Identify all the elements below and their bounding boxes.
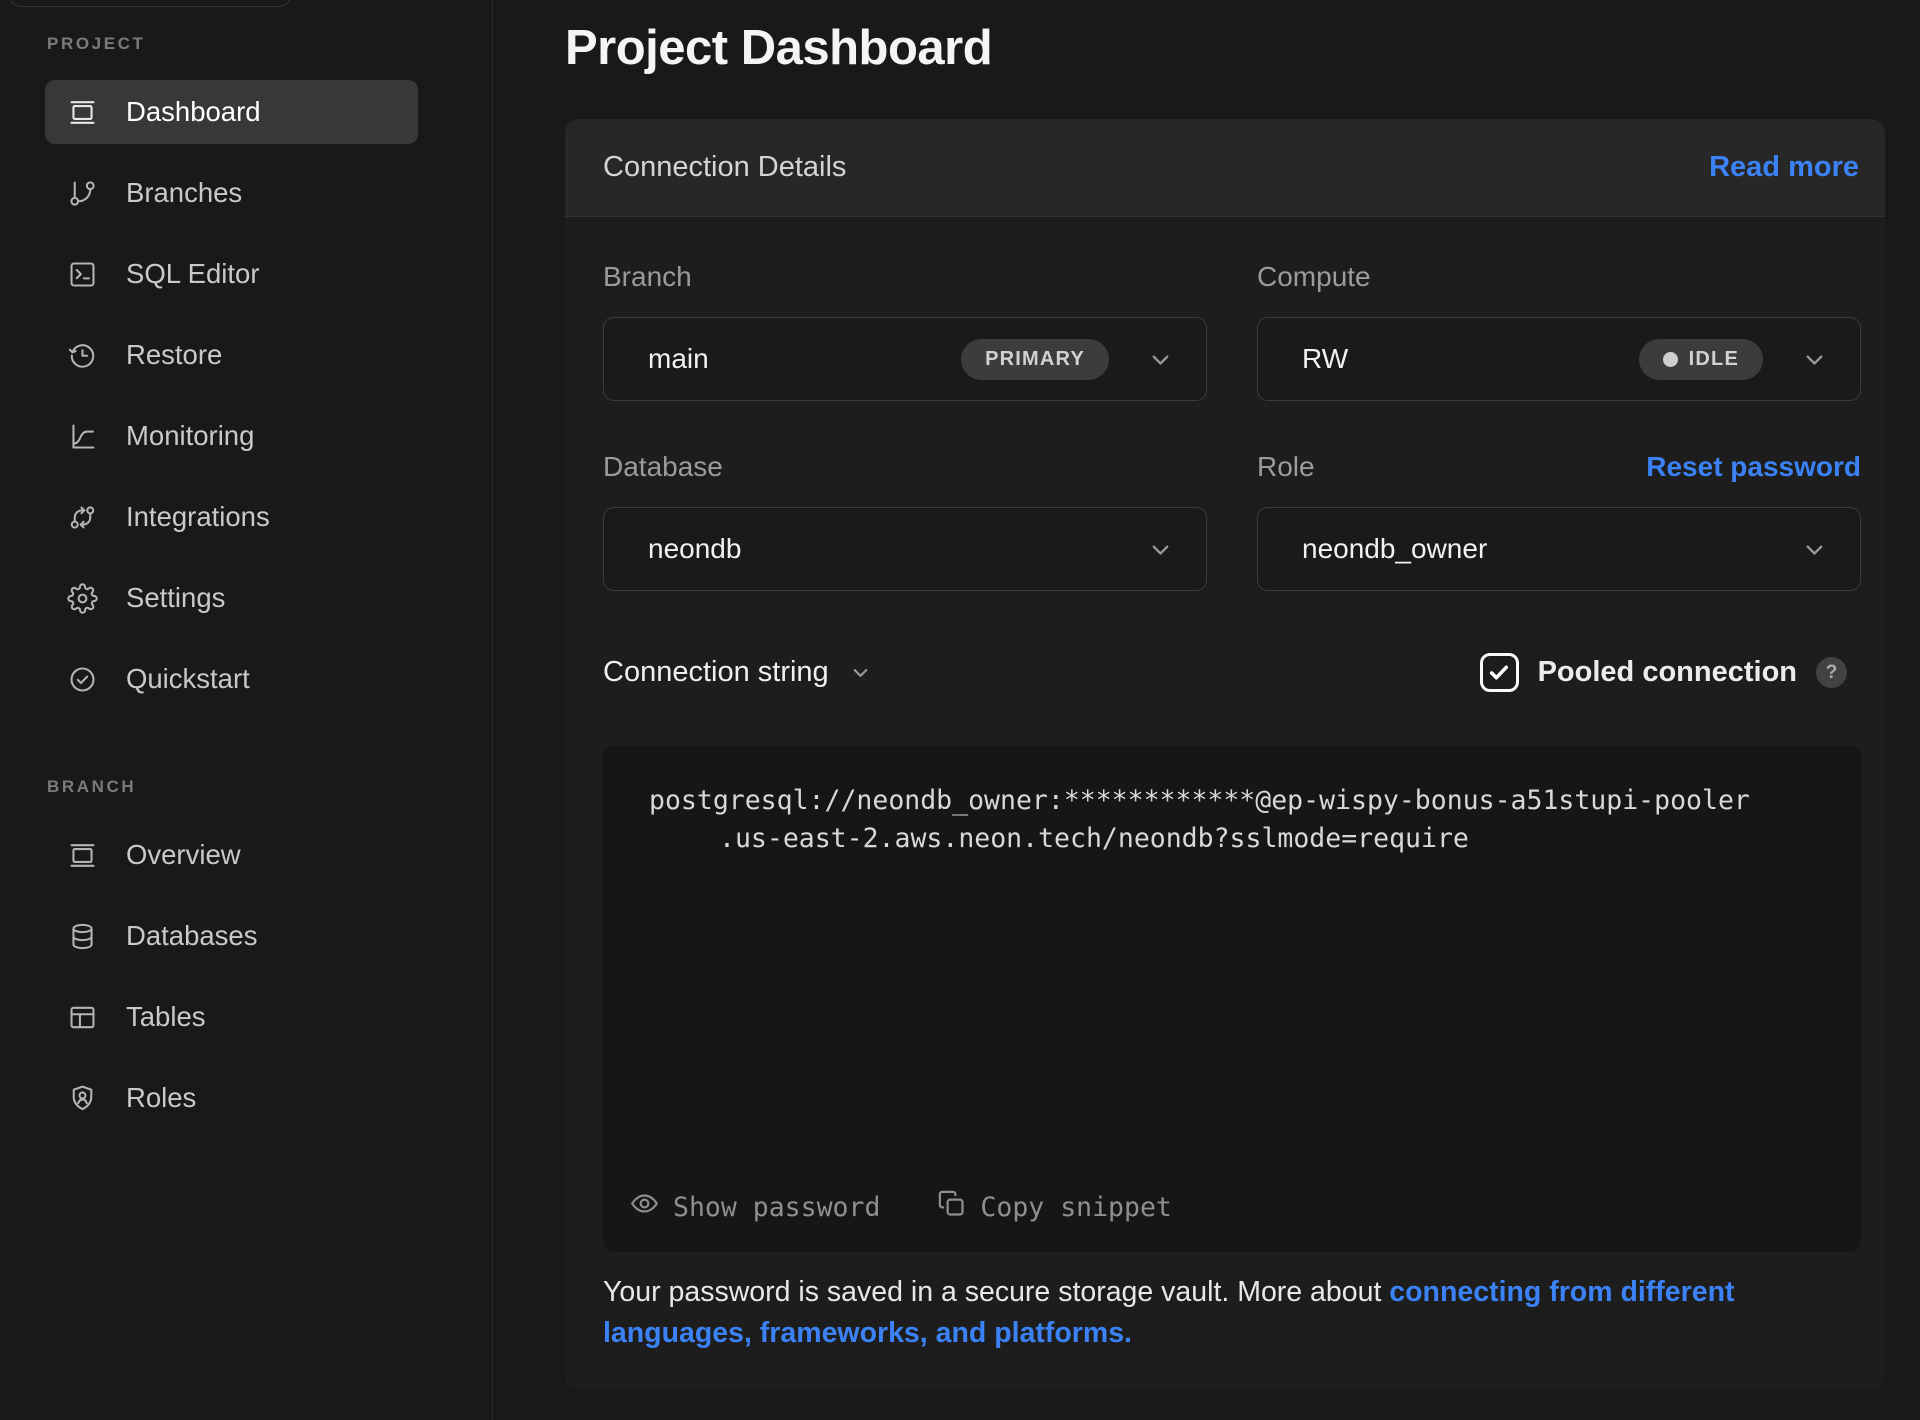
connection-string-label: Connection string (603, 656, 829, 689)
copy-icon (936, 1188, 967, 1226)
read-more-link[interactable]: Read more (1709, 151, 1859, 184)
settings-icon (67, 583, 98, 614)
databases-icon (67, 921, 98, 952)
compute-value: RW (1302, 343, 1348, 375)
overview-icon (67, 840, 98, 871)
chevron-down-icon (1801, 346, 1828, 373)
chevron-down-icon (1801, 536, 1828, 563)
sidebar-item-settings[interactable]: Settings (45, 566, 418, 630)
tables-icon (67, 1002, 98, 1033)
show-password-button[interactable]: Show password (629, 1188, 880, 1226)
connection-details-card: Connection Details Read more Branch main… (565, 119, 1885, 1390)
connection-string-line1: postgresql://neondb_owner:************@e… (649, 782, 1815, 820)
database-value: neondb (648, 533, 741, 565)
sidebar-section-branch-label: BRANCH (47, 777, 418, 797)
role-select[interactable]: neondb_owner (1257, 507, 1861, 591)
sidebar-section-project-label: PROJECT (47, 34, 418, 54)
sidebar-item-dashboard[interactable]: Dashboard (45, 80, 418, 144)
pooled-connection-checkbox[interactable] (1480, 653, 1519, 692)
sidebar-item-label: Restore (126, 339, 222, 371)
quickstart-icon (67, 664, 98, 695)
page-title: Project Dashboard (565, 18, 1920, 79)
app-root: PROJECT Dashboard Branches SQL Editor (0, 0, 1920, 1420)
chevron-down-icon (1147, 536, 1174, 563)
connection-string-code: postgresql://neondb_owner:************@e… (603, 746, 1861, 1252)
connection-string-selector[interactable]: Connection string (603, 656, 872, 689)
sidebar-item-restore[interactable]: Restore (45, 323, 418, 387)
main-content: Project Dashboard Connection Details Rea… (493, 0, 1920, 1420)
sidebar-item-branches[interactable]: Branches (45, 161, 418, 225)
eye-icon (629, 1188, 660, 1226)
sidebar-item-sql-editor[interactable]: SQL Editor (45, 242, 418, 306)
checkmark-icon (1487, 660, 1512, 685)
sidebar-item-label: Overview (126, 839, 241, 871)
sidebar-item-label: Quickstart (126, 663, 250, 695)
integrations-icon (67, 502, 98, 533)
sidebar-item-label: Roles (126, 1082, 196, 1114)
role-label: Role (1257, 451, 1315, 483)
branch-value: main (648, 343, 709, 375)
sidebar-item-label: Integrations (126, 501, 270, 533)
sidebar-item-label: Dashboard (126, 96, 261, 128)
sidebar-item-label: Monitoring (126, 420, 254, 452)
sidebar: PROJECT Dashboard Branches SQL Editor (0, 0, 493, 1420)
sidebar-item-label: Branches (126, 177, 242, 209)
sql-editor-icon (67, 259, 98, 290)
sidebar-item-label: Tables (126, 1001, 206, 1033)
status-dot-icon (1663, 352, 1678, 367)
primary-badge: PRIMARY (961, 339, 1109, 380)
reset-password-link[interactable]: Reset password (1646, 451, 1861, 483)
sidebar-item-integrations[interactable]: Integrations (45, 485, 418, 549)
monitoring-icon (67, 421, 98, 452)
branch-nav: Overview Databases Tables Roles (45, 823, 418, 1130)
connection-string-line2: .us-east-2.aws.neon.tech/neondb?sslmode=… (649, 820, 1815, 858)
compute-select[interactable]: RW IDLE (1257, 317, 1861, 401)
dashboard-icon (67, 97, 98, 128)
copy-snippet-button[interactable]: Copy snippet (936, 1188, 1171, 1226)
chevron-down-icon (849, 661, 872, 684)
sidebar-item-roles[interactable]: Roles (45, 1066, 418, 1130)
help-icon[interactable]: ? (1816, 657, 1847, 688)
restore-icon (67, 340, 98, 371)
sidebar-item-label: SQL Editor (126, 258, 260, 290)
pooled-connection-label: Pooled connection (1538, 656, 1797, 689)
sidebar-item-monitoring[interactable]: Monitoring (45, 404, 418, 468)
pooled-connection-group: Pooled connection ? (1480, 653, 1847, 692)
role-value: neondb_owner (1302, 533, 1487, 565)
branches-icon (67, 178, 98, 209)
branch-label: Branch (603, 261, 692, 293)
database-select[interactable]: neondb (603, 507, 1207, 591)
sidebar-item-databases[interactable]: Databases (45, 904, 418, 968)
sidebar-item-overview[interactable]: Overview (45, 823, 418, 887)
compute-field: Compute RW IDLE (1257, 261, 1861, 401)
idle-status-badge: IDLE (1639, 339, 1763, 380)
project-nav: Dashboard Branches SQL Editor Restore (45, 80, 418, 711)
sidebar-item-tables[interactable]: Tables (45, 985, 418, 1049)
database-field: Database neondb (603, 451, 1207, 591)
card-body: Branch main PRIMARY Compu (565, 217, 1885, 1390)
sidebar-item-label: Databases (126, 920, 257, 952)
branch-select[interactable]: main PRIMARY (603, 317, 1207, 401)
role-field: Role Reset password neondb_owner (1257, 451, 1861, 591)
card-header: Connection Details Read more (565, 119, 1885, 217)
card-title: Connection Details (603, 151, 846, 184)
sidebar-item-quickstart[interactable]: Quickstart (45, 647, 418, 711)
chevron-down-icon (1147, 346, 1174, 373)
sidebar-top-partial-item (9, 0, 291, 7)
connection-string-row: Connection string Pooled connection ? (603, 653, 1861, 692)
compute-label: Compute (1257, 261, 1371, 293)
password-vault-note: Your password is saved in a secure stora… (603, 1272, 1803, 1354)
roles-icon (67, 1083, 98, 1114)
code-actions: Show password Copy snippet (629, 1188, 1172, 1226)
sidebar-item-label: Settings (126, 582, 225, 614)
database-label: Database (603, 451, 723, 483)
branch-field: Branch main PRIMARY (603, 261, 1207, 401)
